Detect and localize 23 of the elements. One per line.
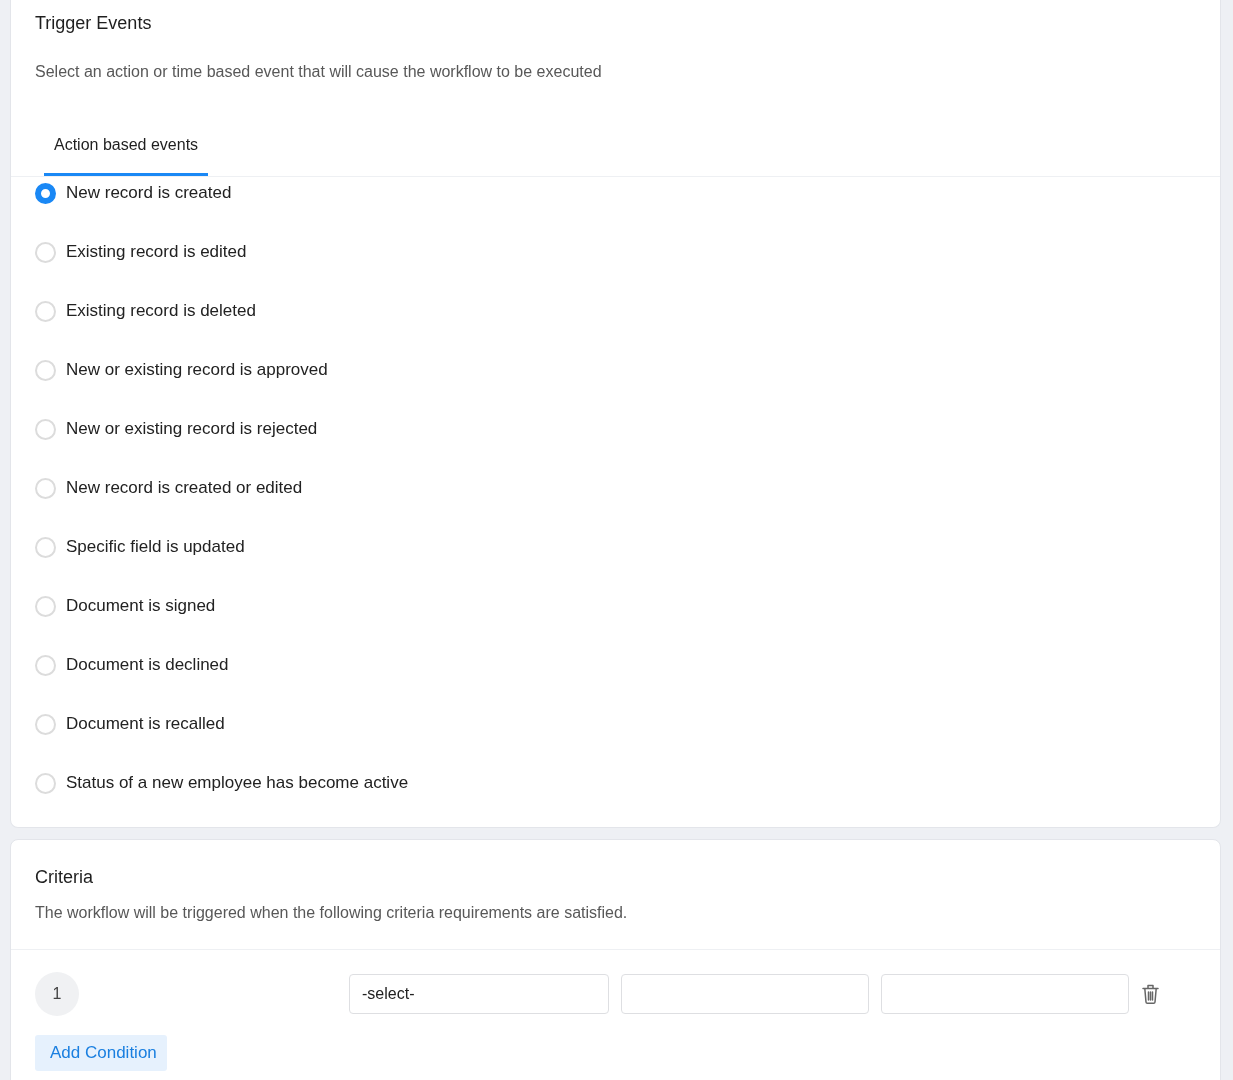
- radio-button[interactable]: [35, 182, 56, 204]
- condition-number: 1: [35, 972, 79, 1016]
- add-condition-button[interactable]: Add Condition: [35, 1035, 167, 1071]
- trash-icon[interactable]: [1142, 984, 1159, 1004]
- option-label[interactable]: Existing record is deleted: [66, 300, 256, 322]
- option-label[interactable]: Existing record is edited: [66, 241, 247, 263]
- option-label[interactable]: Document is signed: [66, 595, 216, 617]
- option-label[interactable]: Document is declined: [66, 654, 229, 676]
- option-label[interactable]: New record is created: [66, 182, 232, 204]
- tab[interactable]: Action based events: [44, 122, 209, 176]
- option-label[interactable]: Status of a new employee has become active: [66, 772, 409, 794]
- option-label[interactable]: Document is recalled: [66, 713, 225, 735]
- section-description: The workflow will be triggered when the following criteria requirements are satisfied.: [35, 903, 629, 923]
- select-field[interactable]: -select-: [349, 974, 609, 1014]
- section-title: Trigger Events: [35, 12, 153, 35]
- section-description: Select an action or time based event that will cause the workflow to be executed: [35, 62, 603, 82]
- section-title: Criteria: [35, 866, 94, 889]
- option-label[interactable]: New record is created or edited: [66, 477, 303, 499]
- option-label[interactable]: New or existing record is approved: [66, 359, 328, 381]
- input-field[interactable]: [881, 974, 1129, 1014]
- option-label[interactable]: Specific field is updated: [66, 536, 245, 558]
- option-label[interactable]: New or existing record is rejected: [66, 418, 318, 440]
- input-field[interactable]: [621, 974, 869, 1014]
